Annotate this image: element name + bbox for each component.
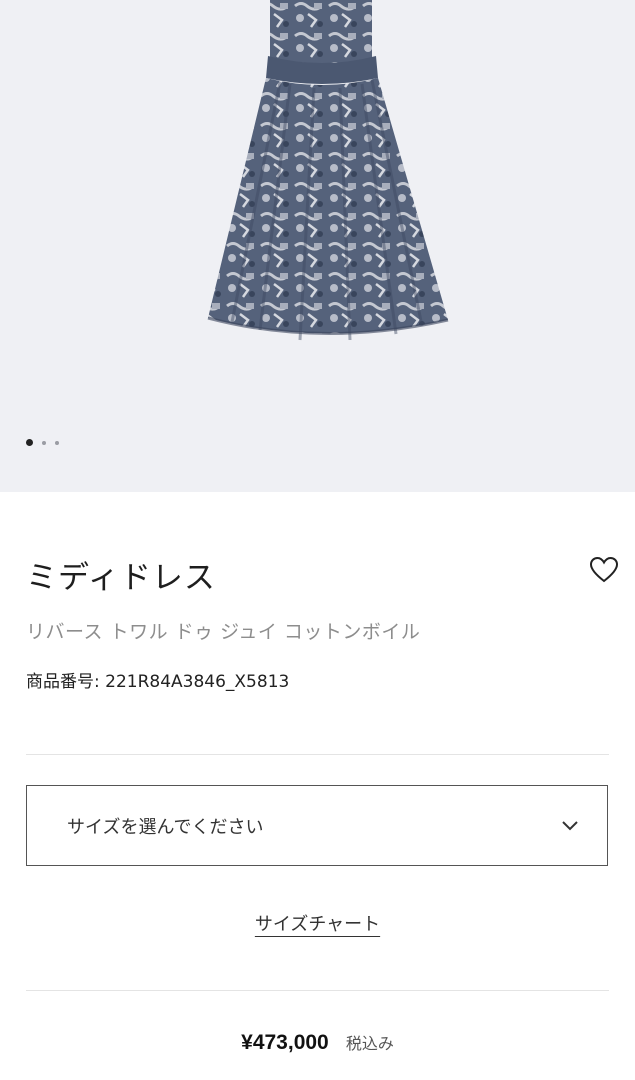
carousel-dot-2[interactable] <box>42 440 46 445</box>
product-title: ミディドレス <box>26 560 216 596</box>
size-chart-link[interactable]: サイズチャート <box>255 914 380 935</box>
size-select-placeholder: サイズを選んでください <box>67 816 264 838</box>
chevron-down-icon <box>562 820 578 830</box>
carousel-dot-3[interactable] <box>55 440 59 445</box>
size-select-dropdown[interactable]: サイズを選んでください <box>26 785 608 866</box>
divider <box>26 990 609 991</box>
carousel-dot-1[interactable] <box>26 439 33 446</box>
product-price: ¥473,000 <box>241 1031 329 1054</box>
product-subtitle: リバース トワル ドゥ ジュイ コットンボイル <box>26 621 421 643</box>
price-row: ¥473,000 税込み <box>0 1030 635 1055</box>
divider <box>26 754 609 755</box>
product-reference: 商品番号: 221R84A3846_X5813 <box>26 672 290 692</box>
product-image <box>207 0 449 341</box>
carousel-dots[interactable] <box>26 439 59 446</box>
tax-note: 税込み <box>345 1034 394 1053</box>
size-chart-row: サイズチャート <box>0 910 635 936</box>
product-image-gallery[interactable] <box>0 0 635 492</box>
heart-outline-icon[interactable] <box>589 556 619 584</box>
